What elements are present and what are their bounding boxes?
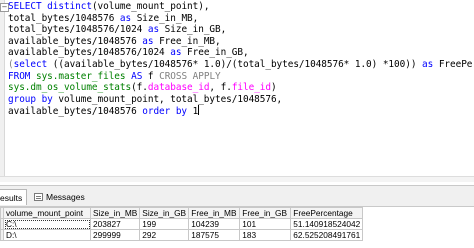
sql-code[interactable]: SELECT distinct(volume_mount_point), tota… [8,1,474,117]
grid-header-row: volume_mount_point Size_in_MB Size_in_GB… [0,207,364,219]
code-token: ) [270,82,277,94]
code-token: FreePercentage [438,58,474,70]
table-cell[interactable]: 199 [139,218,190,230]
code-token: 1 [187,106,199,118]
code-token: ((available_bytes/1048576* 1.0)/(total_b… [47,58,423,70]
code-line[interactable]: sys.dm_os_volume_stats(f.database_id, f.… [8,82,474,94]
code-token: SELECT [8,1,48,12]
column-header[interactable]: Free_in_MB [188,207,241,219]
table-cell[interactable]: 51.140918524042 [290,218,364,230]
code-token: as [422,58,434,70]
table-cell[interactable]: 101 [239,218,292,230]
code-token: distinct [47,1,92,12]
table-cell[interactable]: 203827 [89,218,141,230]
code-token: total_bytes/1048576 [8,12,120,24]
code-line[interactable]: available_bytes/1048576 order by 1 [8,105,474,117]
code-token: Size_in_GB, [159,24,227,36]
code-token: as [170,47,182,59]
table-cell[interactable]: 62.525208491761 [290,229,364,241]
column-header[interactable]: Free_in_GB [239,207,292,219]
code-token: as [142,35,154,47]
code-line[interactable]: total_bytes/1048576 as Size_in_MB, [8,13,474,25]
column-header[interactable]: Size_in_GB [139,207,190,219]
code-token: database_id [147,82,210,94]
results-tab-label: esults [0,192,23,203]
code-token: (f. [131,82,148,94]
code-line[interactable]: FROM sys.master_files AS f CROSS APPLY [8,71,474,83]
table-row[interactable]: C:\ 203827 199 104239 101 51.14091852404… [0,218,364,230]
code-token: (volume_mount_point), [91,1,210,12]
code-line[interactable]: available_bytes/1048576/1024 as Free_in_… [8,47,474,59]
messages-tab-label: Messages [46,191,85,202]
text-cursor [198,105,200,116]
code-line[interactable]: group by volume_mount_point, total_bytes… [8,94,474,106]
code-token: FROM [8,70,36,82]
code-token: order by [142,106,188,118]
tab-messages[interactable]: Messages [34,189,85,204]
code-token: total_bytes/1048576/1024 [8,24,148,36]
code-line[interactable]: total_bytes/1048576/1024 as Size_in_GB, [8,24,474,36]
table-cell[interactable]: 104239 [188,218,241,230]
code-token: Free_in_GB, [181,47,249,59]
editor-horizontal-scrollbar[interactable] [0,176,474,182]
query-editor[interactable]: − SELECT distinct(volume_mount_point), to… [0,0,474,182]
code-token: select [13,58,48,70]
code-token: sys.master_files [35,70,132,82]
code-token: CROSS APPLY [159,70,221,82]
table-cell[interactable]: 187575 [188,229,241,241]
code-token: AS [131,70,143,82]
code-token: available_bytes/1048576 [8,106,143,118]
code-token: as [147,24,160,36]
code-line[interactable]: (select ((available_bytes/1048576* 1.0)/… [8,59,474,71]
code-token: Free_in_MB, [153,35,221,47]
table-cell[interactable]: D:\ [3,229,91,241]
table-row[interactable]: D:\ 299999 292 187575 183 62.52520849176… [0,229,364,241]
results-grid[interactable]: volume_mount_point Size_in_MB Size_in_GB… [0,207,364,241]
code-line[interactable]: SELECT distinct(volume_mount_point), [8,1,474,13]
table-cell[interactable]: 183 [239,229,292,241]
code-token: volume_mount_point, total_bytes/1048576, [52,93,283,105]
column-header[interactable]: FreePercentage [290,207,364,219]
code-line[interactable]: available_bytes/1048576 as Free_in_MB, [8,36,474,48]
column-header[interactable]: volume_mount_point [3,207,91,219]
editor-gutter [0,0,5,182]
tab-results[interactable]: esults [0,189,28,205]
code-token: file_id [231,82,271,94]
results-tab-strip: esults Messages [0,185,474,207]
code-token: Size_in_MB, [131,12,199,24]
code-token: group by [8,93,53,105]
table-cell[interactable]: 299999 [89,229,141,241]
table-cell[interactable]: 292 [139,229,190,241]
table-cell[interactable]: C:\ [3,218,91,230]
code-token: , f. [209,82,232,94]
code-token: f [142,70,160,82]
messages-icon [34,192,43,201]
code-token: sys.dm_os_volume_stats [8,82,132,94]
column-header[interactable]: Size_in_MB [89,207,141,219]
code-token: available_bytes/1048576/1024 [8,47,171,59]
code-token: as [119,12,132,24]
code-token: available_bytes/1048576 [8,35,143,47]
